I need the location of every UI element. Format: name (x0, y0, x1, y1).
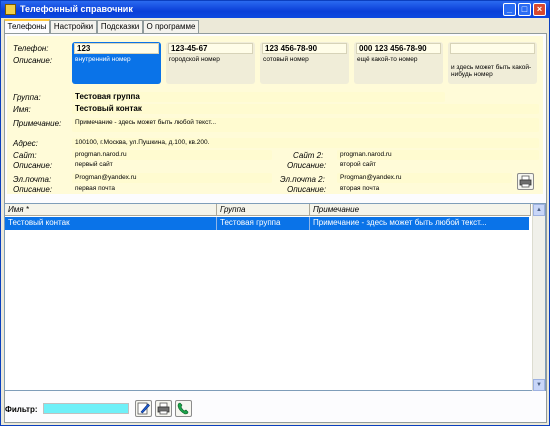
print-icon (519, 175, 532, 188)
address-field[interactable]: 100100, г.Москва, ул.Пушкина, д.100, кв.… (72, 138, 539, 148)
site2-label: Сайт 2: (293, 151, 324, 160)
phone-card-3[interactable]: 123 456-78-90 сотовый номер (260, 42, 349, 84)
phone-card-2[interactable]: 123-45-67 городской номер (166, 42, 255, 84)
tab-settings[interactable]: Настройки (50, 20, 97, 33)
note-field[interactable]: Примечание - здесь может быть любой текс… (72, 118, 539, 132)
contacts-table[interactable]: Имя * Группа Примечание Тестовый контак … (4, 203, 546, 391)
print-button[interactable] (517, 173, 534, 190)
tab-about[interactable]: О программе (143, 20, 199, 33)
phone-number[interactable] (450, 43, 535, 54)
email-field[interactable]: Progman@yandex.ru (72, 173, 272, 183)
cell-name: Тестовый контак (5, 217, 217, 230)
phone-description: сотовый номер (263, 56, 309, 63)
minimize-button[interactable]: _ (503, 3, 516, 16)
phone-description: городской номер (169, 56, 220, 63)
site-label: Сайт: (13, 151, 37, 160)
phone-number[interactable]: 123 (74, 43, 159, 54)
name-label: Имя: (13, 105, 31, 114)
edit-icon (137, 402, 150, 415)
phone-number[interactable]: 123-45-67 (168, 43, 253, 54)
site2-desc-field[interactable]: второй сайт (337, 160, 539, 170)
phone-card-4[interactable]: 000 123 456-78-90 ещё какой-то номер (354, 42, 443, 84)
title-bar[interactable]: Телефонный справочник _ □ × (1, 1, 549, 18)
phone-card-1[interactable]: 123 внутренний номер (72, 42, 161, 84)
phone-icon (177, 402, 189, 415)
site-field[interactable]: progman.narod.ru (72, 150, 272, 160)
column-header-group[interactable]: Группа (217, 204, 310, 216)
cell-note: Примечание - здесь может быть любой текс… (313, 218, 487, 227)
print-icon (157, 402, 170, 415)
email-desc-label: Описание: (13, 185, 53, 194)
email2-desc-label: Описание: (287, 185, 327, 194)
phone-description: ещё какой-то номер (357, 56, 418, 63)
phone-label: Телефон: (13, 44, 49, 53)
phone-description: и здесь может быть какой-нибудь номер (451, 64, 532, 78)
email-label: Эл.почта: (13, 175, 52, 184)
group-field[interactable]: Тестовая группа (72, 92, 445, 102)
maximize-button[interactable]: □ (518, 3, 531, 16)
close-button[interactable]: × (533, 3, 546, 16)
call-button[interactable] (175, 400, 192, 417)
filter-label: Фильтр: (5, 405, 38, 414)
filter-input[interactable] (43, 403, 129, 414)
scroll-down-arrow-icon[interactable]: ▼ (533, 379, 545, 391)
site2-field[interactable]: progman.narod.ru (337, 150, 539, 160)
cell-group: Тестовая группа (217, 217, 310, 230)
window-title: Телефонный справочник (20, 4, 133, 14)
tab-phones[interactable]: Телефоны (4, 19, 50, 34)
email2-label: Эл.почта 2: (280, 175, 325, 184)
main-window: Телефонный справочник _ □ × Телефоны Нас… (0, 0, 550, 426)
address-label: Адрес: (13, 139, 38, 148)
site2-desc-label: Описание: (287, 161, 327, 170)
phones-panel: Телефон: Описание: 123 внутренний номер … (4, 33, 547, 423)
print-list-button[interactable] (155, 400, 172, 417)
column-header-note[interactable]: Примечание (310, 204, 531, 216)
group-label: Группа: (13, 93, 41, 102)
scroll-up-arrow-icon[interactable]: ▲ (533, 204, 545, 216)
email2-field[interactable]: Progman@yandex.ru (337, 173, 512, 183)
phone-number[interactable]: 000 123 456-78-90 (356, 43, 441, 54)
phone-desc-label: Описание: (13, 56, 53, 65)
phone-description: внутренний номер (75, 56, 131, 63)
site-desc-field[interactable]: первый сайт (72, 160, 272, 170)
edit-button[interactable] (135, 400, 152, 417)
name-field[interactable]: Тестовый контак (72, 104, 539, 114)
email-desc-field[interactable]: первая почта (72, 184, 272, 194)
app-icon (5, 4, 16, 15)
table-row[interactable]: Тестовый контак Тестовая группа Примечан… (5, 217, 529, 230)
tab-hints[interactable]: Подсказки (97, 20, 143, 33)
site-desc-label: Описание: (13, 161, 53, 170)
email2-desc-field[interactable]: вторая почта (337, 184, 512, 194)
note-label: Примечание: (13, 119, 62, 128)
phone-number[interactable]: 123 456-78-90 (262, 43, 347, 54)
phone-card-5[interactable]: и здесь может быть какой-нибудь номер (448, 42, 537, 84)
vertical-scrollbar[interactable]: ▲ ▼ (532, 204, 545, 391)
column-header-name[interactable]: Имя * (5, 204, 217, 216)
